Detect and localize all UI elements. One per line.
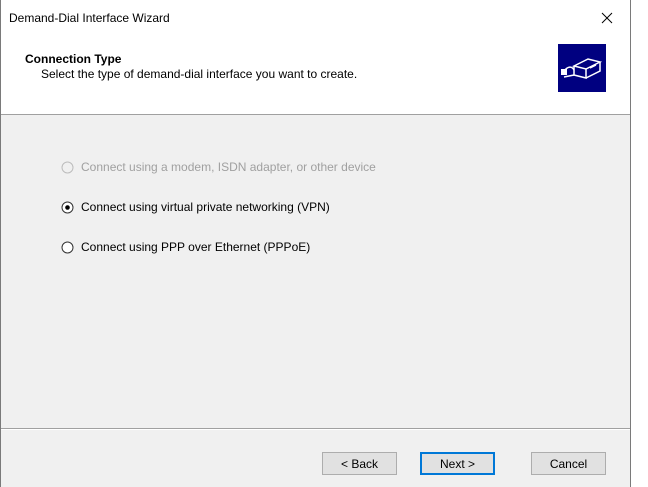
radio-button-selected[interactable] <box>61 201 74 214</box>
option-modem-isdn: Connect using a modem, ISDN adapter, or … <box>61 159 376 175</box>
option-pppoe[interactable]: Connect using PPP over Ethernet (PPPoE) <box>61 239 310 255</box>
close-icon <box>601 12 613 24</box>
back-button[interactable]: < Back <box>322 452 397 475</box>
page-title: Connection Type <box>25 52 122 66</box>
wizard-header: Connection Type Select the type of deman… <box>1 36 630 115</box>
desktop-background <box>631 0 648 487</box>
radio-button[interactable] <box>61 241 74 254</box>
footer-divider <box>1 428 630 430</box>
connection-type-options: Connect using a modem, ISDN adapter, or … <box>1 115 630 425</box>
cancel-button[interactable]: Cancel <box>531 452 606 475</box>
next-button[interactable]: Next > <box>420 452 495 475</box>
page-subtitle: Select the type of demand-dial interface… <box>41 67 358 81</box>
option-label: Connect using virtual private networking… <box>81 200 330 214</box>
option-label: Connect using PPP over Ethernet (PPPoE) <box>81 240 311 254</box>
wizard-window: Demand-Dial Interface Wizard Connection … <box>0 0 631 487</box>
title-bar[interactable]: Demand-Dial Interface Wizard <box>1 0 630 36</box>
option-label: Connect using a modem, ISDN adapter, or … <box>81 160 376 174</box>
network-connection-icon <box>558 44 606 92</box>
option-vpn[interactable]: Connect using virtual private networking… <box>61 199 330 215</box>
radio-button <box>61 161 74 173</box>
close-button[interactable] <box>584 0 630 36</box>
window-title: Demand-Dial Interface Wizard <box>9 11 170 25</box>
